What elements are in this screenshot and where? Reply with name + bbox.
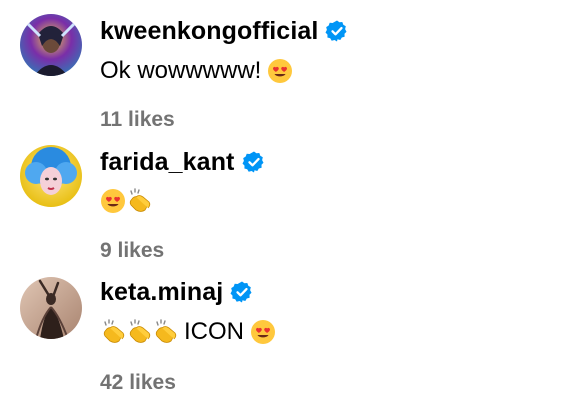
- clapping-hands-emoji-icon: [152, 319, 178, 345]
- clapping-hands-emoji-icon: [126, 319, 152, 345]
- username[interactable]: farida_kant: [100, 148, 235, 177]
- comment-text-row: [100, 184, 152, 218]
- username[interactable]: keta.minaj: [100, 278, 223, 307]
- likes-count[interactable]: 42 likes: [100, 371, 176, 395]
- username-row: kweenkongofficial: [100, 14, 349, 48]
- comment-text: Ok wowwwww!: [100, 57, 262, 84]
- heart-eyes-emoji-icon: [100, 188, 126, 214]
- heart-eyes-emoji-icon: [267, 58, 293, 84]
- avatar[interactable]: [20, 145, 82, 207]
- comment-text: ICON: [184, 318, 244, 345]
- username-row: keta.minaj: [100, 275, 254, 309]
- username[interactable]: kweenkongofficial: [100, 17, 318, 46]
- verified-badge-icon: [230, 280, 254, 304]
- avatar[interactable]: [20, 277, 82, 339]
- comment-text-row: ICON: [100, 315, 276, 349]
- avatar[interactable]: [20, 14, 82, 76]
- likes-count[interactable]: 9 likes: [100, 239, 164, 263]
- verified-badge-icon: [242, 150, 266, 174]
- username-row: farida_kant: [100, 145, 266, 179]
- comment-text-row: Ok wowwwww!: [100, 54, 293, 88]
- clapping-hands-emoji-icon: [100, 319, 126, 345]
- likes-count[interactable]: 11 likes: [100, 108, 175, 132]
- clapping-hands-emoji-icon: [126, 188, 152, 214]
- heart-eyes-emoji-icon: [250, 319, 276, 345]
- verified-badge-icon: [325, 19, 349, 43]
